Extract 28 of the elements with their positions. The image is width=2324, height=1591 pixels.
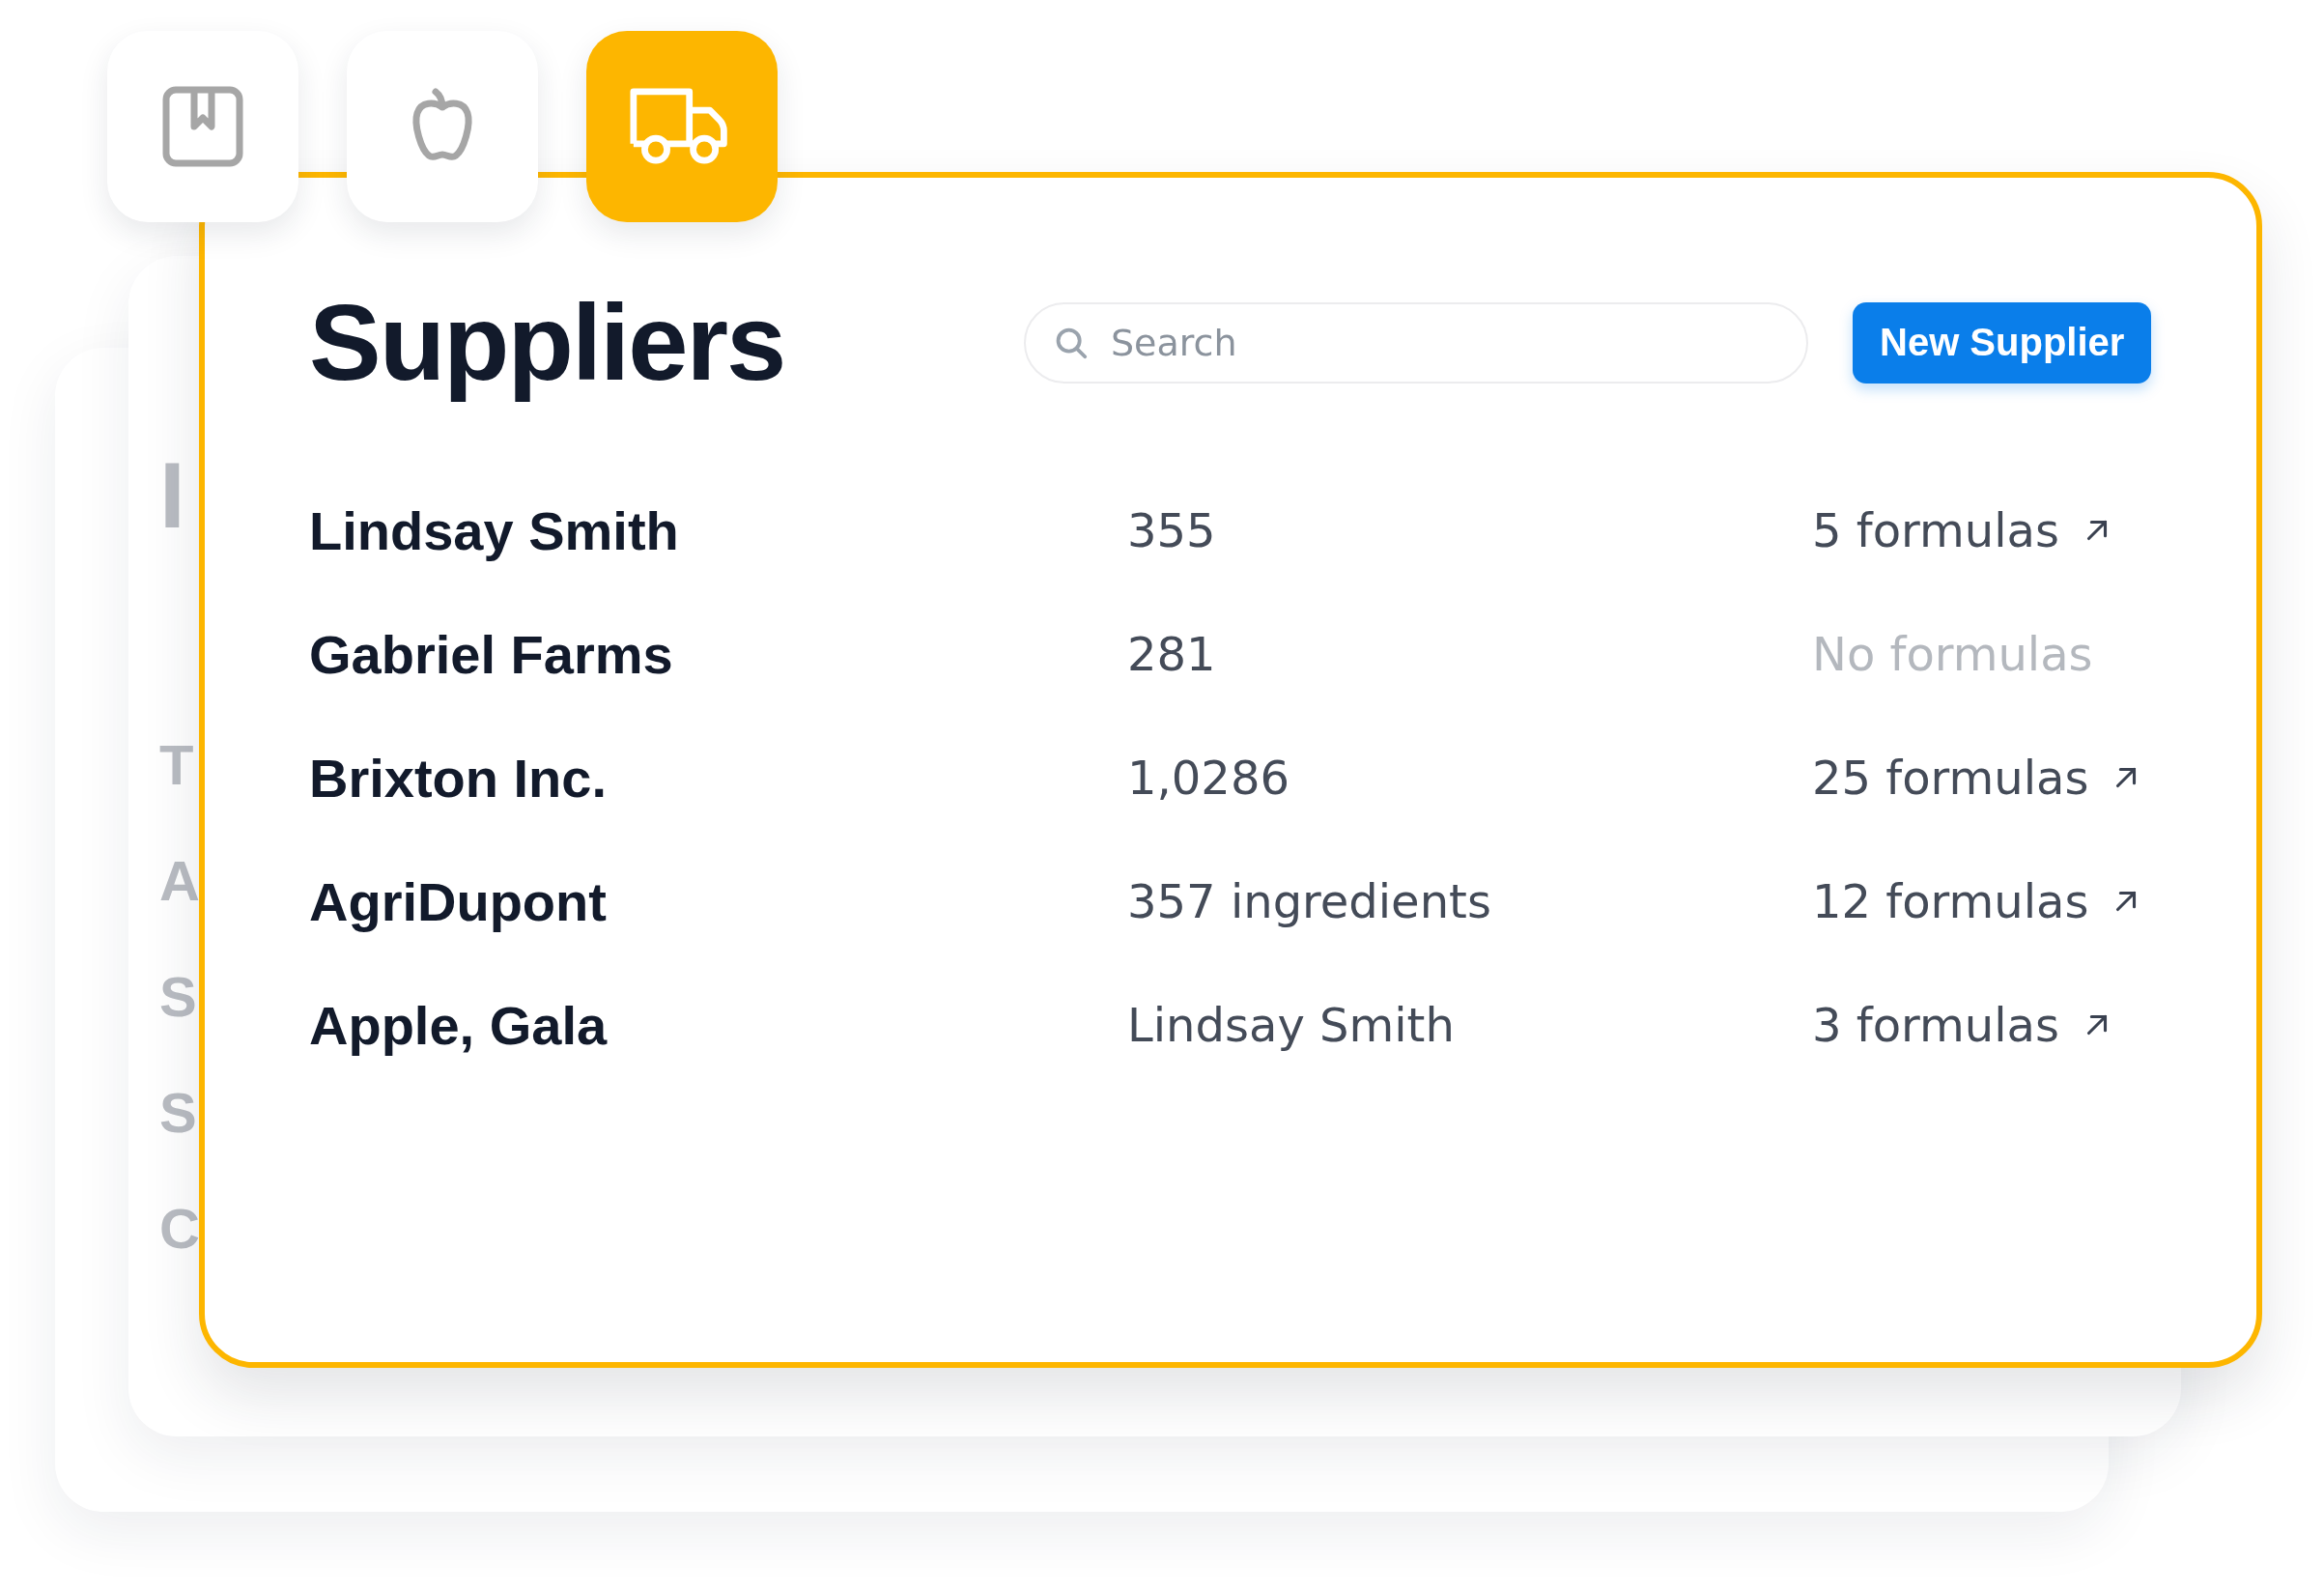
supplier-detail: 355 (1127, 503, 1217, 557)
new-supplier-button[interactable]: New Supplier (1853, 301, 2152, 384)
faded-text: A (159, 853, 200, 909)
supplier-name: Apple, Gala (309, 993, 609, 1057)
formulas-link[interactable]: 5 formulas (1812, 503, 2113, 557)
supplier-name: Gabriel Farms (309, 622, 674, 686)
box-icon (162, 86, 243, 167)
supplier-detail: Lindsay Smith (1127, 998, 1456, 1052)
faded-text: S (159, 969, 197, 1025)
supplier-name: Lindsay Smith (309, 498, 680, 562)
formulas-text: No formulas (1812, 627, 2093, 681)
supplier-detail: 281 (1127, 627, 1217, 681)
page-title: Suppliers (309, 281, 786, 405)
formulas-link[interactable]: 25 formulas (1812, 751, 2143, 805)
supplier-detail: 357 ingredients (1127, 874, 1492, 928)
supplier-name: AgriDupont (309, 869, 608, 933)
faded-text: I (159, 449, 185, 542)
faded-text: C (159, 1201, 200, 1257)
formulas-link[interactable]: 3 formulas (1812, 998, 2113, 1052)
faded-text: T (159, 737, 194, 793)
category-tab[interactable] (586, 31, 778, 222)
supplier-name: Brixton Inc. (309, 746, 609, 810)
category-tab[interactable] (107, 31, 298, 222)
search-field[interactable]: Search (1024, 301, 1808, 384)
faded-text: S (159, 1085, 197, 1141)
formulas-link[interactable]: 12 formulas (1812, 874, 2143, 928)
supplier-detail: 1,0286 (1127, 751, 1290, 805)
category-tab[interactable] (347, 31, 538, 222)
